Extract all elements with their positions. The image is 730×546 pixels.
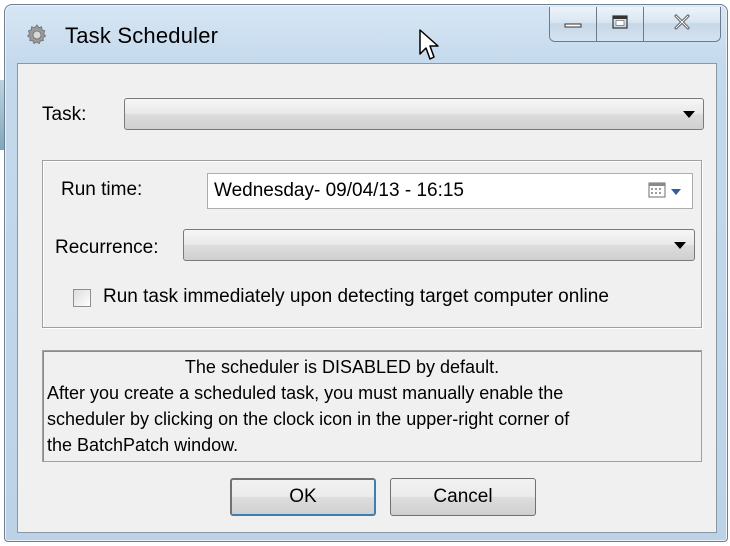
run-time-value[interactable]: Wednesday- 09/04/13 - 16:15 bbox=[214, 180, 464, 202]
maximize-button[interactable] bbox=[596, 7, 643, 41]
chevron-down-icon bbox=[670, 183, 682, 201]
chevron-down-icon bbox=[674, 242, 686, 249]
cancel-button[interactable]: Cancel bbox=[390, 478, 536, 516]
info-line-2: After you create a scheduled task, you m… bbox=[47, 383, 564, 403]
scheduler-info-box: The scheduler is DISABLED by default. Af… bbox=[42, 350, 702, 462]
run-immediately-checkbox[interactable] bbox=[73, 289, 91, 307]
minimize-button[interactable] bbox=[550, 7, 596, 41]
run-time-picker[interactable]: Wednesday- 09/04/13 - 16:15 bbox=[207, 173, 693, 209]
task-dropdown[interactable] bbox=[124, 98, 704, 130]
minimize-icon bbox=[564, 15, 582, 33]
calendar-dropdown-button[interactable] bbox=[648, 182, 686, 202]
close-button[interactable] bbox=[643, 7, 720, 41]
desktop: Task Scheduler Task: Run time: Wednesday… bbox=[0, 0, 730, 546]
task-scheduler-window: Task Scheduler Task: Run time: Wednesday… bbox=[4, 4, 728, 542]
task-label: Task: bbox=[42, 104, 87, 125]
maximize-icon bbox=[611, 14, 629, 35]
ok-button[interactable]: OK bbox=[230, 478, 376, 516]
recurrence-dropdown[interactable] bbox=[183, 229, 695, 261]
info-line-4: the BatchPatch window. bbox=[47, 435, 239, 455]
info-line-3: scheduler by clicking on the clock icon … bbox=[47, 409, 570, 429]
recurrence-label: Recurrence: bbox=[55, 237, 159, 258]
gear-icon bbox=[25, 23, 49, 47]
caption-buttons bbox=[549, 7, 721, 42]
close-icon bbox=[672, 14, 692, 35]
window-title: Task Scheduler bbox=[65, 23, 219, 48]
run-immediately-label[interactable]: Run task immediately upon detecting targ… bbox=[103, 286, 609, 308]
mouse-cursor-icon bbox=[418, 28, 440, 62]
schedule-group: Run time: Wednesday- 09/04/13 - 16:15 Re… bbox=[42, 160, 702, 328]
chevron-down-icon bbox=[683, 111, 695, 118]
dialog-client-area: Task: Run time: Wednesday- 09/04/13 - 16… bbox=[17, 63, 717, 533]
calendar-icon bbox=[648, 182, 666, 203]
title-bar[interactable]: Task Scheduler bbox=[5, 5, 727, 61]
info-line-1: The scheduler is DISABLED by default. bbox=[184, 357, 500, 377]
run-time-label: Run time: bbox=[61, 179, 143, 200]
